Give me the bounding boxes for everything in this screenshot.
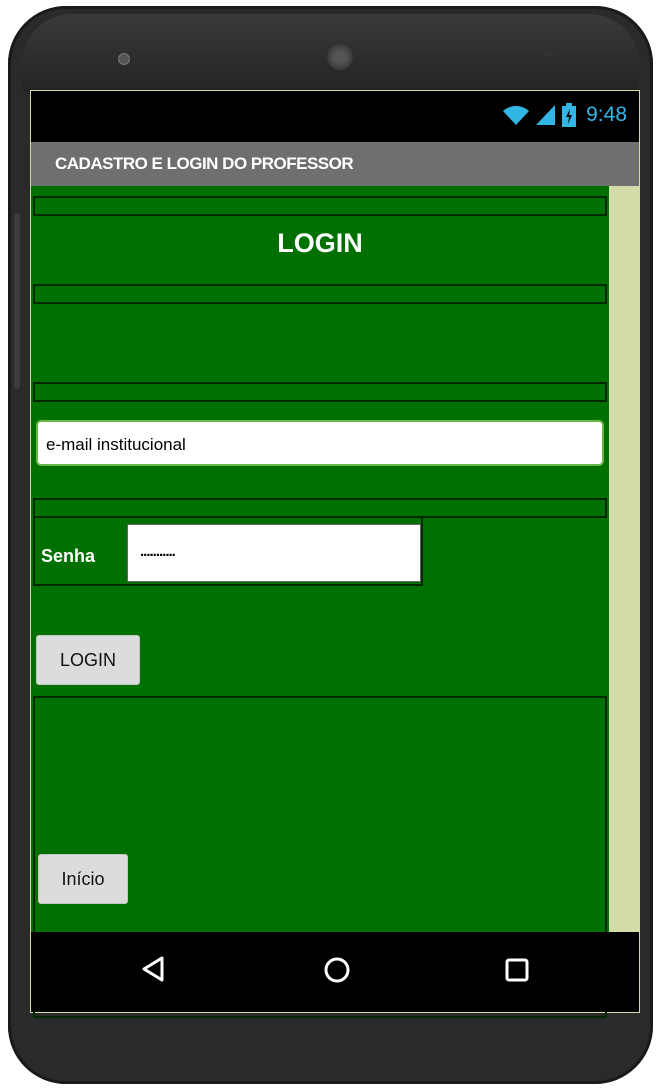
earpiece-speaker — [327, 44, 353, 70]
device-screen: 9:48 CADASTRO E LOGIN DO PROFESSOR LOGIN… — [30, 90, 640, 1018]
status-icons: 9:48 — [502, 103, 627, 127]
password-label: Senha — [41, 546, 96, 566]
proximity-sensor — [545, 52, 553, 56]
password-input-text: ........... — [140, 543, 176, 560]
spacer-arrangement — [33, 196, 607, 216]
spacer-arrangement — [33, 498, 607, 518]
scrollbar[interactable] — [609, 186, 640, 932]
battery-icon — [562, 103, 577, 127]
clock: 9:48 — [586, 103, 627, 126]
inicio-button[interactable]: Início — [38, 854, 128, 904]
password-input[interactable]: ........... — [127, 524, 421, 582]
email-input-text: e-mail institucional — [46, 435, 186, 454]
password-row: Senha ........... — [33, 514, 423, 586]
side-button — [14, 213, 20, 389]
wifi-icon — [502, 104, 530, 126]
login-button[interactable]: LOGIN — [36, 635, 140, 685]
signal-icon — [536, 104, 556, 126]
navigation-bar — [31, 932, 639, 1012]
back-icon[interactable] — [141, 956, 165, 987]
home-icon[interactable] — [323, 956, 351, 989]
spacer-arrangement — [33, 382, 607, 402]
recents-icon[interactable] — [505, 958, 529, 987]
email-input[interactable]: e-mail institucional — [36, 420, 604, 466]
login-heading: LOGIN — [277, 228, 363, 258]
app-title: CADASTRO E LOGIN DO PROFESSOR — [55, 154, 354, 173]
app-title-bar: CADASTRO E LOGIN DO PROFESSOR — [31, 142, 639, 186]
front-camera — [118, 53, 130, 65]
spacer-arrangement — [33, 284, 607, 304]
screen-content: LOGIN e-mail institucional Senha .......… — [31, 186, 609, 1018]
status-bar: 9:48 — [31, 91, 639, 142]
